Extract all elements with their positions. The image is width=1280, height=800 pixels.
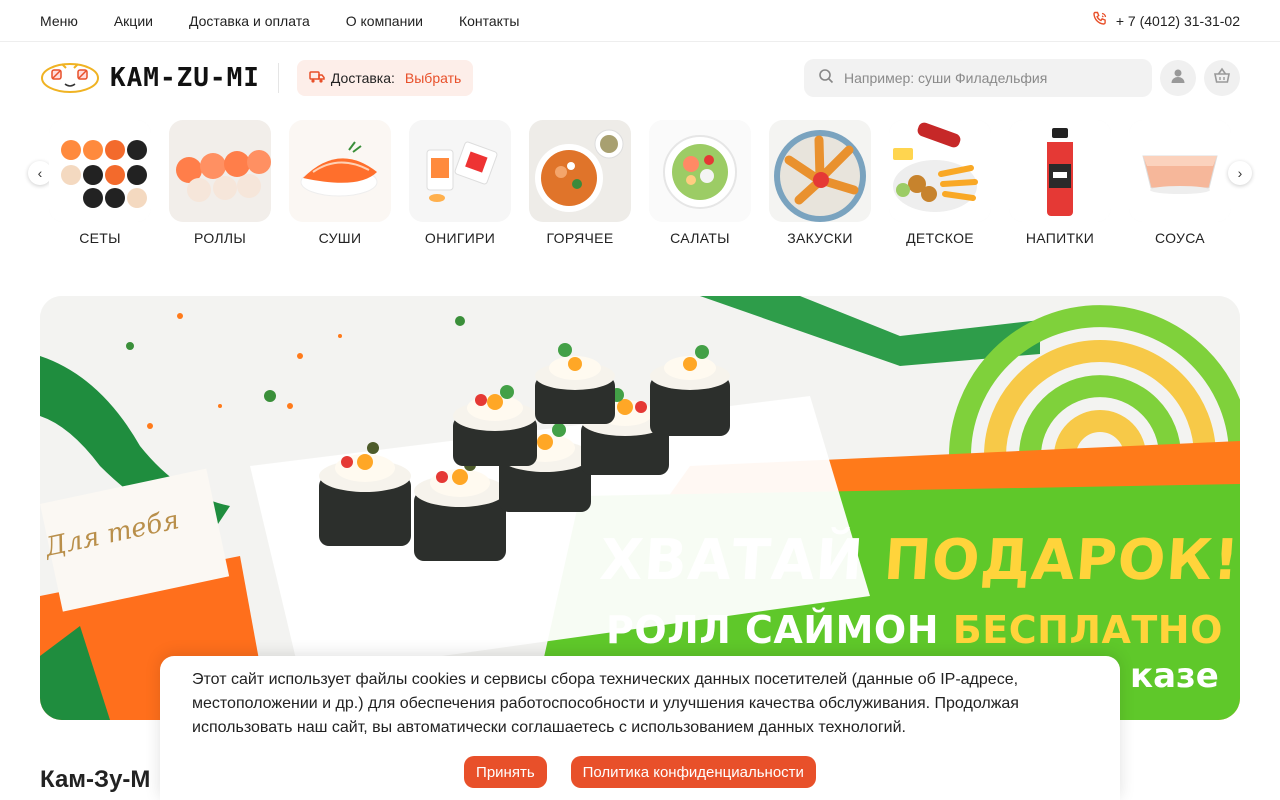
sushi-image [289,120,391,222]
category-sauces[interactable]: СОУСА [1120,120,1240,250]
banner-headline-white: ХВАТАЙ [597,528,887,593]
nav-promotions[interactable]: Акции [114,13,153,29]
salads-image [649,120,751,222]
phone-link[interactable]: + 7 (4012) 31-31-02 [1092,11,1240,30]
category-label: ЗАКУСКИ [787,230,853,246]
category-snacks[interactable]: ЗАКУСКИ [760,120,880,250]
banner-headline-yellow: ПОДАРОК! [881,528,1240,593]
category-onigiri[interactable]: ОНИГИРИ [400,120,520,250]
nav-about[interactable]: О компании [346,13,423,29]
category-label: СОУСА [1155,230,1205,246]
truck-icon [309,70,325,87]
category-carousel: СЕТЫ РОЛЛЫ СУШИ ОНИГИРИ ГОРЯЧЕЕ САЛАТЫ З… [40,120,1240,250]
logo[interactable]: KAM-ZU-MI [40,58,260,99]
category-rolls[interactable]: РОЛЛЫ [160,120,280,250]
nav-contacts[interactable]: Контакты [459,13,519,29]
search-icon [818,68,834,89]
cookie-consent: Этот сайт использует файлы cookies и сер… [160,656,1120,800]
privacy-policy-button[interactable]: Политика конфиденциальности [570,756,816,788]
nav-delivery[interactable]: Доставка и оплата [189,13,310,29]
phone-number: + 7 (4012) 31-31-02 [1115,12,1240,29]
nav-menu[interactable]: Меню [40,13,78,29]
hot-image [529,120,631,222]
banner-headline: ХВАТАЙ ПОДАРОК! [598,528,1240,593]
accept-cookies-button[interactable]: Принять [464,756,547,788]
search-input[interactable] [844,70,1124,86]
basket-icon [1213,67,1231,90]
category-drinks[interactable]: НАПИТКИ [1000,120,1120,250]
sets-image [49,120,151,222]
rolls-image [169,120,271,222]
cookie-text: Этот сайт использует файлы cookies и сер… [192,671,1019,736]
snacks-image [769,120,871,222]
header: KAM-ZU-MI Доставка: Выбрать [0,42,1280,114]
category-label: ГОРЯЧЕЕ [546,230,614,246]
category-sushi[interactable]: СУШИ [280,120,400,250]
category-kids[interactable]: ДЕТСКОЕ [880,120,1000,250]
category-label: ОНИГИРИ [424,230,496,246]
delivery-label: Доставка: [330,70,395,86]
logo-mascot-icon [40,58,100,99]
category-label: РОЛЛЫ [193,230,247,246]
kids-image [889,120,991,222]
delivery-selector[interactable]: Доставка: Выбрать [296,60,474,96]
drinks-image [1009,120,1111,222]
category-label: СУШИ [318,230,362,246]
carousel-next-button[interactable]: › [1228,161,1252,185]
divider [277,63,279,93]
category-label: СЕТЫ [79,230,121,246]
banner-subline-yellow: БЕСПЛАТНО [952,608,1223,652]
category-salads[interactable]: САЛАТЫ [640,120,760,250]
top-bar: Меню Акции Доставка и оплата О компании … [0,0,1280,42]
page-title: Кам-Зу-М [40,766,151,793]
banner-third-line: казе [1130,656,1219,696]
sauces-image [1129,120,1231,222]
top-nav: Меню Акции Доставка и оплата О компании … [40,13,519,29]
logo-text: KAM-ZU-MI [110,63,260,93]
user-icon [1169,67,1187,90]
category-label: ДЕТСКОЕ [906,230,974,246]
account-button[interactable] [1160,60,1196,96]
cart-button[interactable] [1204,60,1240,96]
banner-subline-white: РОЛЛ САЙМОН [606,608,953,652]
banner-subline: РОЛЛ САЙМОН БЕСПЛАТНО [606,608,1223,652]
category-label: САЛАТЫ [670,230,730,246]
delivery-choose-link[interactable]: Выбрать [405,70,461,86]
category-hot[interactable]: ГОРЯЧЕЕ [520,120,640,250]
phone-icon [1092,11,1108,30]
search-box[interactable] [804,59,1152,97]
category-label: НАПИТКИ [1025,230,1095,246]
cookie-buttons: Принять Политика конфиденциальности [160,756,1120,788]
onigiri-image [409,120,511,222]
category-sets[interactable]: СЕТЫ [40,120,160,250]
